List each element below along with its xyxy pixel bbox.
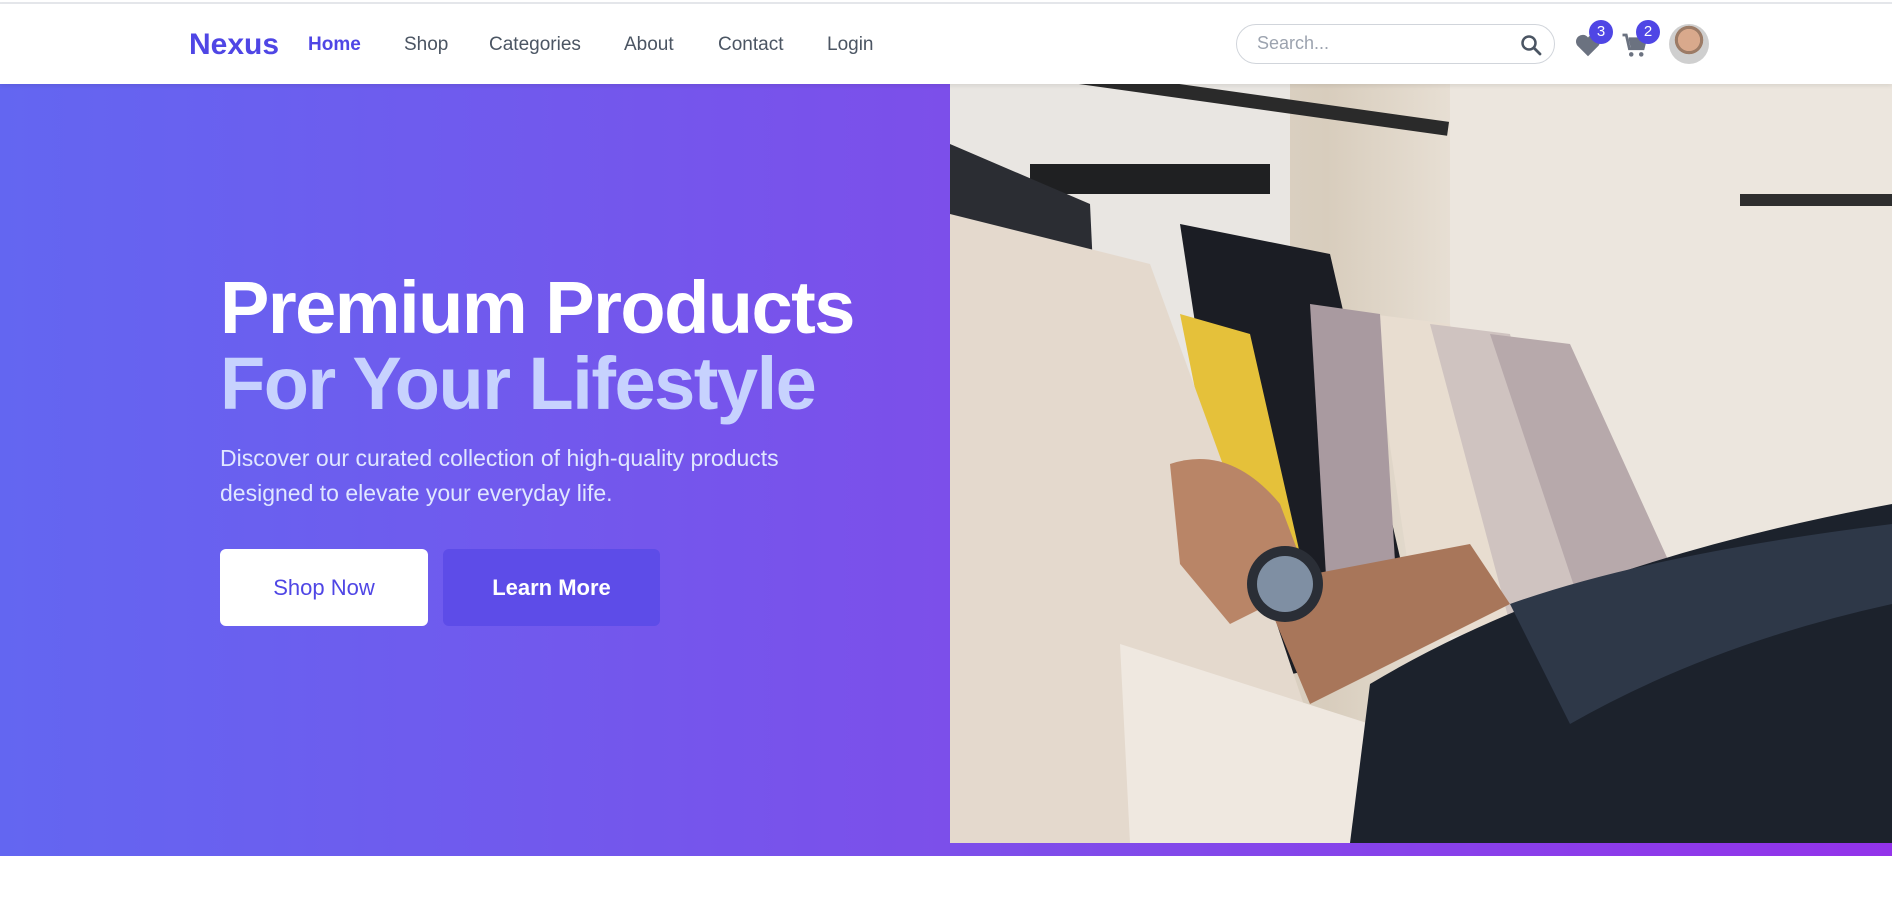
learn-more-button[interactable]: Learn More — [443, 549, 660, 626]
search-icon[interactable] — [1520, 34, 1542, 56]
cart-button[interactable]: 2 — [1620, 20, 1660, 62]
hero-subtitle: Discover our curated collection of high-… — [220, 445, 779, 506]
nav-home[interactable]: Home — [308, 34, 361, 56]
user-avatar[interactable] — [1669, 24, 1709, 64]
navbar: Nexus Home Shop Categories About Contact… — [0, 4, 1892, 84]
wishlist-badge: 3 — [1589, 20, 1613, 44]
nav-categories[interactable]: Categories — [489, 34, 581, 56]
nav-shop[interactable]: Shop — [404, 34, 448, 56]
cart-badge: 2 — [1636, 20, 1660, 44]
clothing-rack-photo — [950, 84, 1892, 843]
hero-title-line1: Premium Products — [220, 266, 855, 349]
hero-title: Premium Products For Your Lifestyle — [220, 270, 855, 425]
logo[interactable]: Nexus — [189, 28, 279, 62]
search-box — [1236, 24, 1555, 64]
nav-about[interactable]: About — [624, 34, 674, 56]
shop-now-button[interactable]: Shop Now — [220, 549, 428, 626]
nav-contact[interactable]: Contact — [718, 34, 783, 56]
search-input[interactable] — [1257, 33, 1507, 54]
hero-title-line2: For Your Lifestyle — [220, 342, 817, 425]
hero-section: Premium Products For Your Lifestyle Disc… — [0, 84, 1892, 856]
nav-login[interactable]: Login — [827, 34, 874, 56]
wishlist-button[interactable]: 3 — [1573, 20, 1613, 62]
hero-image — [950, 84, 1892, 843]
